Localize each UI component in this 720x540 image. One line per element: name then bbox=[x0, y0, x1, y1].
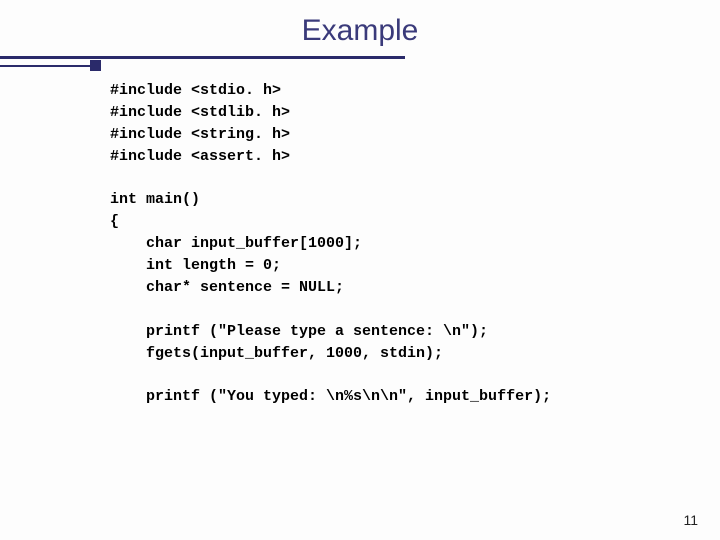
code-line: fgets(input_buffer, 1000, stdin); bbox=[110, 345, 443, 362]
code-block: #include <stdio. h> #include <stdlib. h>… bbox=[0, 80, 720, 408]
deco-line-long bbox=[0, 56, 405, 59]
code-line: printf ("You typed: \n%s\n\n", input_buf… bbox=[110, 388, 551, 405]
code-line: { bbox=[110, 213, 119, 230]
code-line: #include <string. h> bbox=[110, 126, 290, 143]
code-line: int length = 0; bbox=[110, 257, 281, 274]
deco-square-icon bbox=[90, 60, 101, 71]
code-line: printf ("Please type a sentence: \n"); bbox=[110, 323, 488, 340]
page-number: 11 bbox=[683, 512, 698, 528]
code-line: char input_buffer[1000]; bbox=[110, 235, 362, 252]
code-line: char* sentence = NULL; bbox=[110, 279, 344, 296]
title-underline-deco bbox=[0, 56, 720, 70]
code-line: int main() bbox=[110, 191, 200, 208]
code-line: #include <stdlib. h> bbox=[110, 104, 290, 121]
slide-title: Example bbox=[0, 0, 720, 56]
code-line: #include <assert. h> bbox=[110, 148, 290, 165]
code-line: #include <stdio. h> bbox=[110, 82, 281, 99]
deco-line-short bbox=[0, 65, 95, 67]
